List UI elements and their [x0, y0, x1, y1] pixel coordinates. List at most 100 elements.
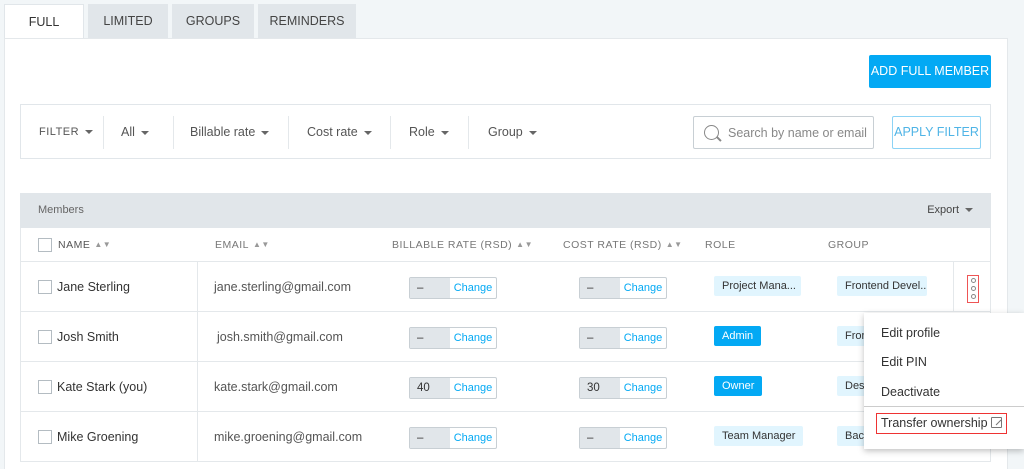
tab-groups[interactable]: GROUPS	[172, 4, 254, 39]
cost-rate-filter-dropdown[interactable]: Cost rate	[307, 105, 372, 160]
billable-rate-filter-label: Billable rate	[190, 125, 256, 139]
filter-label: FILTER	[39, 126, 80, 138]
cost-rate-field: 30 Change	[579, 377, 667, 399]
table-row: Mike Groening mike.groening@gmail.com – …	[20, 412, 991, 462]
filter-divider	[288, 116, 289, 149]
billable-rate-value: –	[410, 278, 450, 298]
cost-rate-field: – Change	[579, 327, 667, 349]
select-all-checkbox[interactable]	[38, 238, 52, 252]
role-filter-dropdown[interactable]: Role	[409, 105, 449, 160]
row-checkbox[interactable]	[38, 430, 52, 444]
column-billable-rate[interactable]: BILLABLE RATE (RSD) ▲▼	[392, 228, 533, 262]
member-email: mike.groening@gmail.com	[214, 430, 363, 444]
role-badge[interactable]: Team Manager	[714, 426, 804, 446]
filter-divider	[468, 116, 469, 149]
dot-icon	[971, 286, 976, 291]
status-filter-dropdown[interactable]: All	[121, 105, 149, 160]
chevron-down-icon	[528, 130, 537, 135]
cell-divider	[197, 262, 198, 312]
column-group: GROUP	[828, 239, 870, 251]
menu-item-edit-profile[interactable]: Edit profile	[881, 326, 940, 340]
cost-rate-value: –	[580, 278, 620, 298]
chevron-down-icon	[965, 208, 973, 213]
tab-full[interactable]: FULL	[4, 4, 84, 39]
row-checkbox[interactable]	[38, 380, 52, 394]
tab-bar: FULL LIMITED GROUPS REMINDERS	[4, 4, 360, 39]
group-badge[interactable]: Desi	[837, 376, 867, 396]
filter-divider	[173, 116, 174, 149]
cost-rate-field: – Change	[579, 277, 667, 299]
more-actions-button[interactable]	[967, 275, 979, 303]
filter-divider	[103, 116, 104, 149]
dot-icon	[971, 278, 976, 283]
billable-rate-field: 40 Change	[409, 377, 497, 399]
search-input[interactable]	[728, 123, 868, 143]
row-checkbox[interactable]	[38, 330, 52, 344]
filter-toggle[interactable]: FILTER	[39, 105, 94, 160]
cost-rate-value: 30	[580, 378, 620, 398]
column-role: ROLE	[705, 239, 736, 251]
cell-divider	[953, 262, 954, 312]
table-row: Jane Sterling jane.sterling@gmail.com – …	[20, 262, 991, 312]
export-label: Export	[927, 204, 959, 216]
member-name: Mike Groening	[57, 430, 139, 444]
cost-rate-field: – Change	[579, 427, 667, 449]
menu-item-edit-pin[interactable]: Edit PIN	[881, 355, 927, 369]
sort-icon: ▲▼	[665, 240, 683, 250]
column-billable-rate-label: BILLABLE RATE (RSD)	[392, 239, 513, 251]
member-name: Kate Stark (you)	[57, 380, 148, 394]
billable-rate-filter-dropdown[interactable]: Billable rate	[190, 105, 270, 160]
member-email: kate.stark@gmail.com	[214, 380, 338, 394]
group-filter-dropdown[interactable]: Group	[488, 105, 537, 160]
change-billable-rate-button[interactable]: Change	[450, 428, 496, 448]
billable-rate-value: –	[410, 428, 450, 448]
change-billable-rate-button[interactable]: Change	[450, 378, 496, 398]
search-icon	[704, 125, 719, 140]
column-email-label: EMAIL	[215, 239, 250, 251]
role-badge[interactable]: Admin	[714, 326, 762, 346]
row-checkbox[interactable]	[38, 280, 52, 294]
billable-rate-field: – Change	[409, 427, 497, 449]
group-badge[interactable]: Frontend Devel...	[837, 276, 927, 296]
role-badge[interactable]: Owner	[714, 376, 763, 396]
add-full-member-button[interactable]: ADD FULL MEMBER	[869, 55, 991, 88]
billable-rate-value: 40	[410, 378, 450, 398]
filter-divider	[390, 116, 391, 149]
change-cost-rate-button[interactable]: Change	[620, 278, 666, 298]
apply-filter-button[interactable]: APPLY FILTER	[892, 116, 981, 149]
sort-icon: ▲▼	[94, 240, 112, 250]
change-cost-rate-button[interactable]: Change	[620, 428, 666, 448]
column-name[interactable]: NAME ▲▼	[58, 228, 111, 262]
column-cost-rate-label: COST RATE (RSD)	[563, 239, 662, 251]
menu-divider	[864, 406, 1024, 407]
change-cost-rate-button[interactable]: Change	[620, 378, 666, 398]
cost-rate-value: –	[580, 428, 620, 448]
export-dropdown[interactable]: Export	[927, 193, 973, 228]
search-box	[693, 116, 874, 149]
billable-rate-value: –	[410, 328, 450, 348]
tab-limited[interactable]: LIMITED	[88, 4, 168, 39]
group-badge[interactable]: Back	[837, 426, 867, 446]
member-email: josh.smith@gmail.com	[217, 330, 343, 344]
group-badge[interactable]: Fron	[837, 326, 867, 346]
table-row: Kate Stark (you) kate.stark@gmail.com 40…	[20, 362, 991, 412]
menu-item-deactivate[interactable]: Deactivate	[881, 385, 940, 399]
change-billable-rate-button[interactable]: Change	[450, 278, 496, 298]
role-badge[interactable]: Project Mana...	[714, 276, 801, 296]
member-actions-menu: Edit profile Edit PIN Deactivate Transfe…	[864, 313, 1024, 449]
cell-divider	[197, 362, 198, 412]
change-cost-rate-button[interactable]: Change	[620, 328, 666, 348]
column-cost-rate[interactable]: COST RATE (RSD) ▲▼	[563, 228, 683, 262]
member-name: Josh Smith	[57, 330, 119, 344]
change-billable-rate-button[interactable]: Change	[450, 328, 496, 348]
chevron-down-icon	[363, 130, 372, 135]
group-filter-label: Group	[488, 125, 523, 139]
external-link-icon	[991, 417, 1002, 428]
cell-divider	[197, 312, 198, 362]
column-email[interactable]: EMAIL ▲▼	[215, 228, 270, 262]
member-email: jane.sterling@gmail.com	[214, 280, 352, 294]
tab-reminders[interactable]: REMINDERS	[258, 4, 356, 39]
column-name-label: NAME	[58, 239, 91, 251]
menu-item-transfer-ownership[interactable]: Transfer ownership	[876, 413, 1007, 434]
table-row: Josh Smith josh.smith@gmail.com – Change…	[20, 312, 991, 362]
